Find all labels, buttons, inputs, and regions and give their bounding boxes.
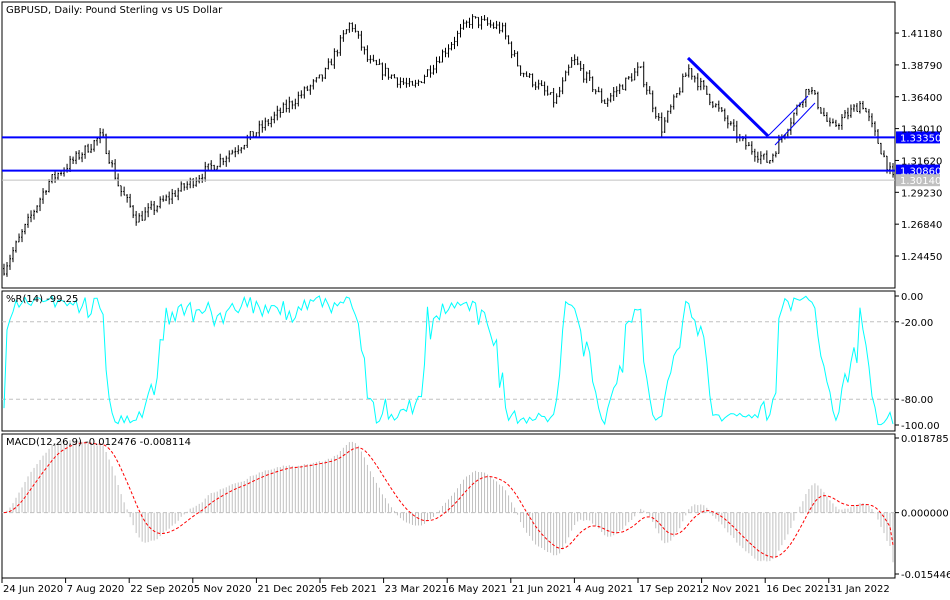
price-tick-label: 1.38790 (901, 61, 942, 72)
date-tick-label: 21 Jun 2021 (512, 584, 572, 595)
macd-tick-label: 0.000000 (901, 509, 949, 520)
date-tick-label: 23 Mar 2021 (385, 584, 448, 595)
price-tick-label: 1.34010 (901, 125, 942, 136)
date-tick-label: 31 Jan 2022 (830, 584, 890, 595)
price-bars (2, 14, 895, 277)
wpr-line (2, 296, 895, 425)
price-tick-label: 1.29230 (901, 188, 942, 199)
wpr-tick-label: 0.00 (901, 292, 923, 303)
bid-label: 1.30140 (900, 176, 941, 187)
wpr-tick-label: -20.00 (901, 318, 933, 329)
date-tick-label: 4 Aug 2021 (575, 584, 633, 595)
price-tick-label: 1.24450 (901, 252, 942, 263)
date-tick-label: 5 Feb 2021 (321, 584, 377, 595)
date-tick-label: 24 Jun 2020 (3, 584, 63, 595)
macd-tick-label: 0.018785 (901, 434, 949, 445)
price-tick-label: 1.36400 (901, 93, 942, 104)
wpr-series (4, 296, 893, 425)
price-tick-label: 1.26840 (901, 220, 942, 231)
wpr-tick-label: -80.00 (901, 395, 933, 406)
date-tick-label: 6 May 2021 (448, 584, 507, 595)
macd-histogram (2, 439, 895, 562)
wpr-panel-frame (2, 291, 895, 431)
date-tick-label: 17 Sep 2021 (639, 584, 702, 595)
date-tick-label: 7 Aug 2020 (67, 584, 125, 595)
macd-tick-label: -0.015446 (901, 570, 950, 581)
chart-window: 1.333501.308601.301401.411801.387901.364… (0, 0, 950, 600)
wpr-label: %R(14) -99.25 (6, 294, 78, 305)
date-tick-label: 21 Dec 2020 (257, 584, 321, 595)
macd-label: MACD(12,26,9) -0.012476 -0.008114 (6, 437, 191, 448)
date-tick-label: 5 Nov 2020 (194, 584, 252, 595)
chart-title: GBPUSD, Daily: Pound Sterling vs US Doll… (6, 5, 223, 16)
price-tick-label: 1.31620 (901, 156, 942, 167)
chart-canvas[interactable]: 1.333501.308601.301401.411801.387901.364… (0, 0, 950, 600)
price-tick-label: 1.41180 (901, 29, 942, 40)
date-tick-label: 2 Nov 2021 (703, 584, 761, 595)
date-tick-label: 22 Sep 2020 (130, 584, 193, 595)
wpr-tick-label: -100.00 (901, 421, 940, 432)
date-tick-label: 16 Dec 2021 (766, 584, 830, 595)
